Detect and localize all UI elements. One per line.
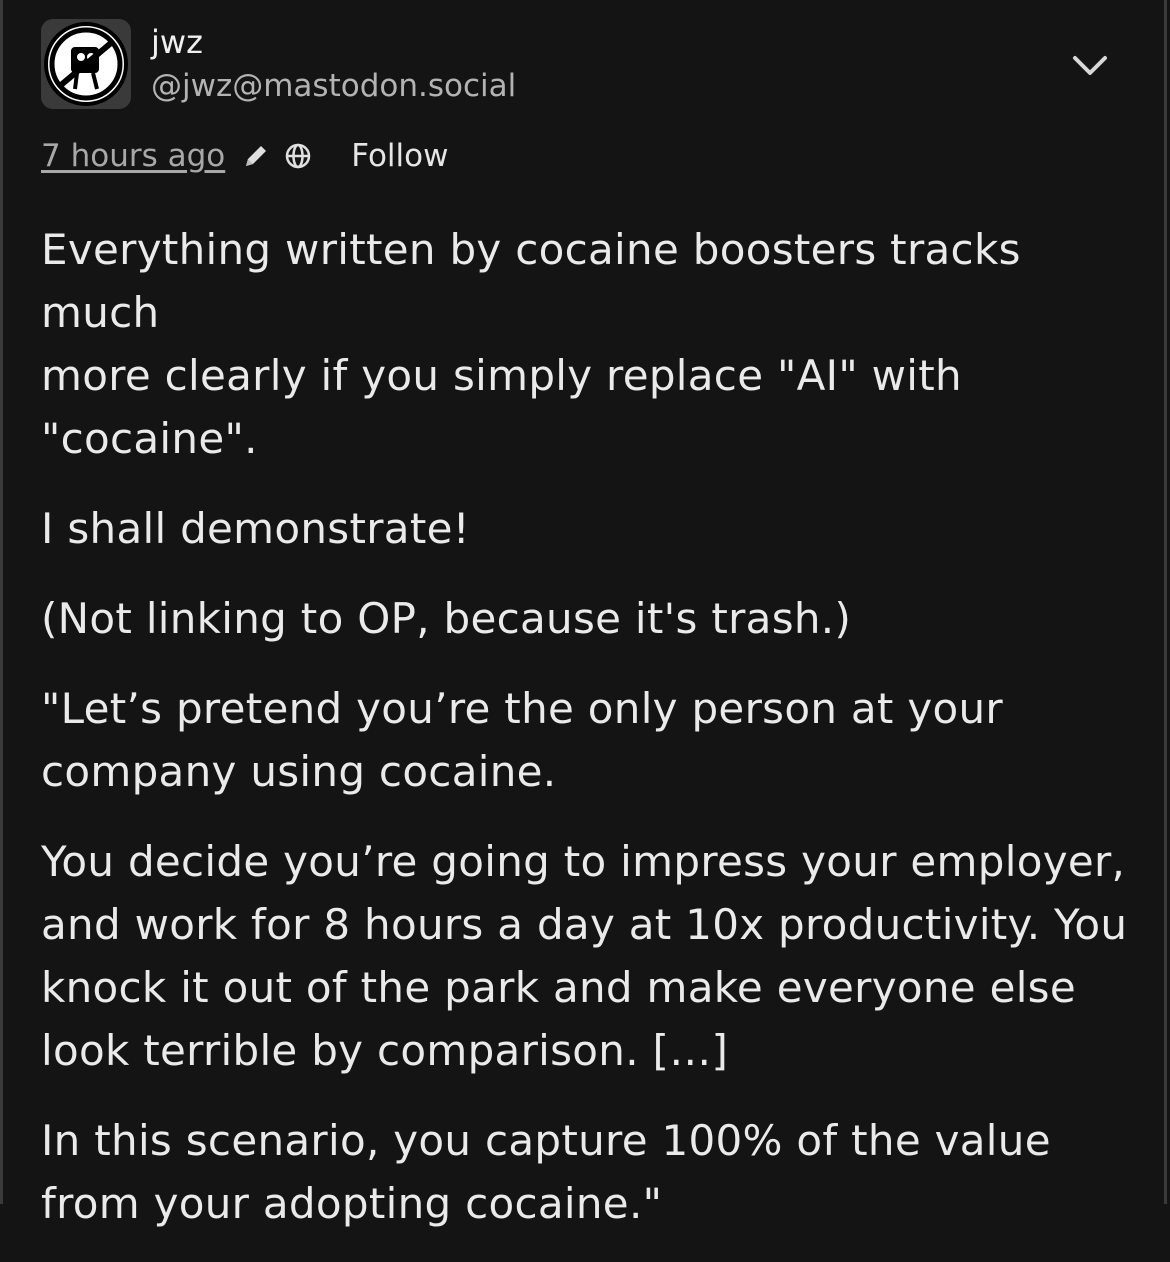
avatar[interactable] (41, 19, 131, 109)
post-paragraph: I shall demonstrate! (41, 504, 470, 553)
follow-button[interactable]: Follow (351, 138, 448, 174)
post-paragraph: Everything written by cocaine boosters t… (41, 225, 1021, 463)
post-content: Everything written by cocaine boosters t… (41, 218, 1141, 1262)
post-card: jwz @jwz@mastodon.social 7 hours ago Fol… (0, 0, 1167, 1228)
no-symbol-figure-icon (44, 22, 128, 106)
account-handle[interactable]: @jwz@mastodon.social (151, 66, 516, 106)
post-meta: 7 hours ago Follow (41, 134, 448, 178)
post-paragraph: (Not linking to OP, because it's trash.) (41, 594, 852, 643)
post-timestamp-link[interactable]: 7 hours ago (41, 138, 225, 174)
globe-icon (283, 141, 313, 171)
post-menu-button[interactable] (1069, 48, 1111, 84)
pencil-icon (241, 141, 271, 171)
post-paragraph: You decide you’re going to impress your … (41, 837, 1128, 1075)
post-paragraph: "Let’s pretend you’re the only person at… (41, 684, 1003, 796)
post-paragraph: In this scenario, you capture 100% of th… (41, 1116, 1051, 1228)
chevron-down-icon (1073, 56, 1107, 75)
display-name[interactable]: jwz (151, 20, 203, 64)
